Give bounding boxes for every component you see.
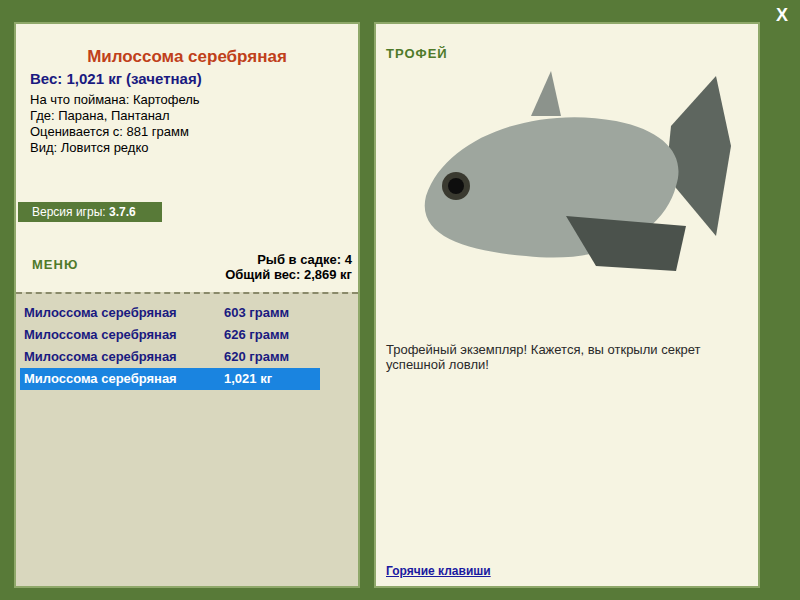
trophy-panel: ТРОФЕЙ Трофейный экземпляр! Кажется, вы о… — [374, 22, 760, 588]
fish-photo — [386, 66, 746, 306]
catch-list: Милоссома серебряная603 граммМилоссома с… — [16, 292, 358, 586]
fish-detail: На что поймана: Картофель — [30, 92, 358, 108]
keepnet-total: Общий вес: 2,869 кг — [225, 267, 352, 282]
trophy-message: Трофейный экземпляр! Кажется, вы открыли… — [386, 342, 748, 372]
catch-row[interactable]: Милоссома серебряная620 грамм — [20, 346, 320, 368]
fish-detail: Оценивается с: 881 грамм — [30, 124, 358, 140]
fish-detail: Где: Парана, Пантанал — [30, 108, 358, 124]
trophy-badge: ТРОФЕЙ — [386, 44, 748, 64]
keepnet-summary: Рыб в садке: 4Общий вес: 2,869 кг — [225, 252, 352, 282]
catch-row[interactable]: Милоссома серебряная626 грамм — [20, 324, 320, 346]
catch-row[interactable]: Милоссома серебряная1,021 кг — [20, 368, 320, 390]
fish-info-panel: Милоссома серебрянаяВес: 1,021 кг (зачет… — [14, 22, 360, 588]
fish-details: На что поймана: КартофельГде: Парана, Па… — [16, 90, 358, 156]
fish-card-screen: X Милоссома серебрянаяВес: 1,021 кг (заче… — [0, 0, 800, 600]
menu-row: МЕНЮ Рыб в садке: 4Общий вес: 2,869 кг — [16, 252, 358, 282]
fish-detail: Вид: Ловится редко — [30, 140, 358, 156]
close-button[interactable]: X — [774, 4, 790, 26]
fish-weight: Вес: 1,021 кг (зачетная) — [16, 68, 358, 90]
menu-button[interactable]: МЕНЮ — [32, 252, 78, 275]
version-bar: Версия игры: 3.7.6 — [18, 202, 162, 222]
hotkeys-link[interactable]: Горячие клавиши — [386, 562, 748, 580]
keepnet-count: Рыб в садке: 4 — [257, 252, 352, 267]
fish-name: Милоссома серебряная — [16, 46, 358, 68]
fish-info: Милоссома серебрянаяВес: 1,021 кг (зачет… — [16, 24, 358, 282]
catch-row[interactable]: Милоссома серебряная603 грамм — [20, 302, 320, 324]
